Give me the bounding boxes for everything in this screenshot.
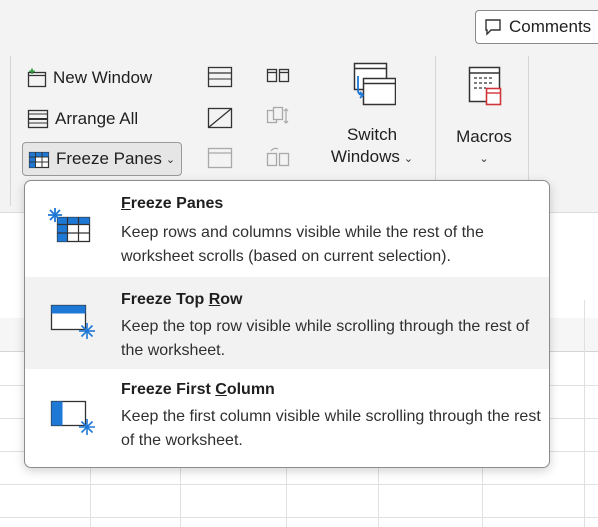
comments-button[interactable]: Comments: [475, 10, 598, 44]
title-suffix: reeze Panes: [130, 195, 224, 212]
title-prefix: Freeze Top: [121, 291, 209, 308]
menu-item-title: Freeze Panes: [121, 195, 223, 213]
hide-window-icon[interactable]: [207, 107, 233, 129]
title-suffix: ow: [220, 291, 243, 308]
freeze-panes-button[interactable]: Freeze Panes ⌄: [22, 142, 183, 176]
freeze-panes-icon: [47, 207, 95, 250]
switch-windows-label-text: Windows: [330, 147, 400, 166]
menu-item-description: Keep rows and columns visible while the …: [121, 224, 484, 265]
comment-icon: [484, 18, 502, 36]
chevron-down-icon: ⌄: [165, 153, 176, 166]
new-window-label: New Window: [53, 68, 153, 87]
title-suffix: olumn: [226, 381, 275, 398]
freeze-first-column-icon: [47, 397, 95, 442]
grid-col-line: [584, 300, 585, 527]
freeze-panes-icon: [28, 149, 50, 169]
new-window-icon: [27, 68, 47, 88]
switch-windows-button[interactable]: Switch Windows ⌄: [322, 62, 422, 170]
menu-item-description: Keep the top row visible while scrolling…: [121, 318, 530, 359]
menu-item-freeze-top-row[interactable]: Freeze Top Row Keep the top row visible …: [25, 277, 549, 369]
switch-windows-icon: [348, 62, 397, 114]
freeze-panes-menu: Freeze Panes Keep rows and columns visib…: [24, 180, 550, 468]
macros-icon: [464, 66, 504, 116]
new-window-button[interactable]: New Window: [27, 64, 152, 92]
switch-windows-label-line2: Windows ⌄: [331, 146, 413, 170]
chevron-down-icon: ⌄: [479, 153, 489, 165]
arrange-all-button[interactable]: Arrange All: [27, 105, 138, 133]
menu-item-freeze-first-column[interactable]: Freeze First Column Keep the first colum…: [25, 371, 549, 463]
menu-item-title: Freeze First Column: [121, 381, 275, 399]
macros-label: Macros: [456, 127, 512, 146]
freeze-top-row-icon: [47, 301, 95, 346]
mnemonic-key: C: [215, 381, 227, 398]
arrange-all-label: Arrange All: [55, 109, 139, 128]
freeze-panes-label: Freeze Panes: [56, 149, 162, 168]
title-prefix: Freeze First: [121, 381, 216, 398]
ribbon-separator: [10, 56, 11, 206]
menu-item-freeze-panes[interactable]: Freeze Panes Keep rows and columns visib…: [25, 185, 549, 277]
macros-button[interactable]: Macros ⌄: [448, 66, 520, 170]
menu-item-title: Freeze Top Row: [121, 291, 243, 309]
switch-windows-label-line1: Switch: [346, 125, 398, 144]
reset-window-position-icon: [266, 146, 290, 168]
mnemonic-key: R: [208, 291, 221, 308]
title-bar: Comments: [0, 0, 598, 50]
side-by-side-icon[interactable]: [266, 66, 290, 86]
menu-item-description: Keep the first column visible while scro…: [121, 408, 541, 449]
synchronous-scrolling-icon: [266, 106, 290, 128]
mnemonic-key: F: [121, 195, 131, 212]
view-side-by-side-icon[interactable]: [207, 66, 233, 88]
chevron-down-icon: ⌄: [403, 153, 414, 165]
comments-label: Comments: [509, 17, 592, 36]
unhide-window-icon: [207, 147, 233, 169]
arrange-all-icon: [27, 109, 49, 129]
